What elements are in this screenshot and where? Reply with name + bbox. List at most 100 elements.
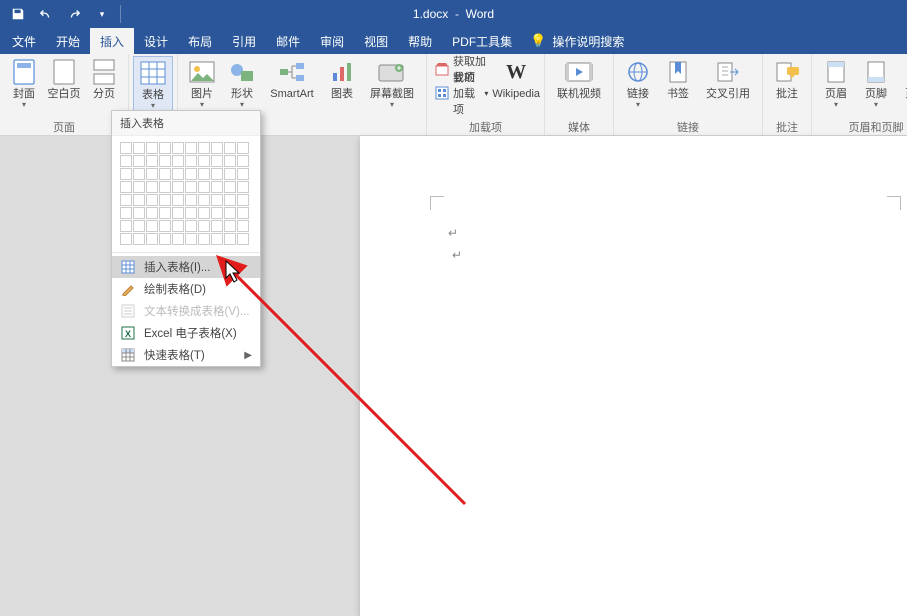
grid-cell[interactable] bbox=[211, 181, 223, 193]
grid-cell[interactable] bbox=[185, 220, 197, 232]
grid-cell[interactable] bbox=[237, 168, 249, 180]
grid-cell[interactable] bbox=[172, 207, 184, 219]
grid-cell[interactable] bbox=[198, 194, 210, 206]
qat-customize[interactable]: ▾ bbox=[90, 2, 114, 26]
grid-cell[interactable] bbox=[237, 142, 249, 154]
grid-cell[interactable] bbox=[120, 142, 132, 154]
grid-cell[interactable] bbox=[133, 168, 145, 180]
chart-button[interactable]: 图表 bbox=[322, 56, 362, 102]
quick-tables-item[interactable]: 快速表格(T) ▶ bbox=[112, 344, 260, 366]
grid-cell[interactable] bbox=[237, 233, 249, 245]
grid-cell[interactable] bbox=[172, 194, 184, 206]
grid-cell[interactable] bbox=[146, 142, 158, 154]
grid-cell[interactable] bbox=[146, 155, 158, 167]
grid-cell[interactable] bbox=[224, 194, 236, 206]
tab-mailings[interactable]: 邮件 bbox=[266, 28, 310, 54]
save-button[interactable] bbox=[6, 2, 30, 26]
grid-cell[interactable] bbox=[133, 142, 145, 154]
grid-cell[interactable] bbox=[237, 207, 249, 219]
grid-cell[interactable] bbox=[159, 194, 171, 206]
grid-cell[interactable] bbox=[224, 220, 236, 232]
bookmark-button[interactable]: 书签 bbox=[658, 56, 698, 102]
grid-cell[interactable] bbox=[224, 181, 236, 193]
grid-cell[interactable] bbox=[146, 233, 158, 245]
grid-cell[interactable] bbox=[237, 155, 249, 167]
grid-cell[interactable] bbox=[133, 207, 145, 219]
grid-cell[interactable] bbox=[172, 181, 184, 193]
grid-cell[interactable] bbox=[237, 194, 249, 206]
excel-spreadsheet-item[interactable]: X Excel 电子表格(X) bbox=[112, 322, 260, 344]
my-addins-button[interactable]: 我的加载项▾ bbox=[435, 82, 488, 104]
grid-cell[interactable] bbox=[185, 181, 197, 193]
grid-cell[interactable] bbox=[211, 207, 223, 219]
grid-cell[interactable] bbox=[224, 155, 236, 167]
smartart-button[interactable]: SmartArt bbox=[262, 56, 322, 102]
shapes-button[interactable]: 形状▾ bbox=[222, 56, 262, 111]
tab-insert[interactable]: 插入 bbox=[90, 28, 134, 54]
grid-cell[interactable] bbox=[146, 168, 158, 180]
grid-cell[interactable] bbox=[211, 233, 223, 245]
redo-button[interactable] bbox=[62, 2, 86, 26]
grid-cell[interactable] bbox=[185, 194, 197, 206]
document-page[interactable]: ↵ ↵ bbox=[360, 136, 907, 616]
grid-cell[interactable] bbox=[185, 233, 197, 245]
grid-cell[interactable] bbox=[224, 168, 236, 180]
blank-page-button[interactable]: 空白页 bbox=[44, 56, 84, 102]
pagenumber-button[interactable]: # 页码▾ bbox=[896, 56, 907, 111]
grid-cell[interactable] bbox=[185, 207, 197, 219]
grid-cell[interactable] bbox=[146, 181, 158, 193]
tab-design[interactable]: 设计 bbox=[134, 28, 178, 54]
grid-cell[interactable] bbox=[172, 220, 184, 232]
comment-button[interactable]: 批注 bbox=[767, 56, 807, 102]
grid-cell[interactable] bbox=[198, 207, 210, 219]
tell-me-search[interactable]: 💡 操作说明搜索 bbox=[522, 28, 632, 54]
grid-cell[interactable] bbox=[198, 220, 210, 232]
grid-cell[interactable] bbox=[120, 155, 132, 167]
grid-cell[interactable] bbox=[185, 155, 197, 167]
grid-cell[interactable] bbox=[133, 220, 145, 232]
grid-cell[interactable] bbox=[159, 207, 171, 219]
grid-cell[interactable] bbox=[224, 233, 236, 245]
grid-cell[interactable] bbox=[133, 155, 145, 167]
undo-button[interactable] bbox=[34, 2, 58, 26]
pictures-button[interactable]: 图片▾ bbox=[182, 56, 222, 111]
tab-home[interactable]: 开始 bbox=[46, 28, 90, 54]
grid-cell[interactable] bbox=[185, 142, 197, 154]
crossref-button[interactable]: 交叉引用 bbox=[698, 56, 758, 102]
grid-cell[interactable] bbox=[172, 168, 184, 180]
grid-cell[interactable] bbox=[159, 233, 171, 245]
tab-file[interactable]: 文件 bbox=[2, 28, 46, 54]
tab-layout[interactable]: 布局 bbox=[178, 28, 222, 54]
grid-cell[interactable] bbox=[146, 220, 158, 232]
grid-cell[interactable] bbox=[211, 194, 223, 206]
insert-table-item[interactable]: 插入表格(I)... bbox=[112, 256, 260, 278]
grid-cell[interactable] bbox=[133, 194, 145, 206]
grid-cell[interactable] bbox=[172, 142, 184, 154]
grid-cell[interactable] bbox=[159, 181, 171, 193]
grid-cell[interactable] bbox=[198, 233, 210, 245]
grid-cell[interactable] bbox=[237, 220, 249, 232]
grid-cell[interactable] bbox=[159, 142, 171, 154]
grid-cell[interactable] bbox=[133, 181, 145, 193]
grid-cell[interactable] bbox=[146, 194, 158, 206]
tab-review[interactable]: 审阅 bbox=[310, 28, 354, 54]
grid-cell[interactable] bbox=[211, 155, 223, 167]
grid-cell[interactable] bbox=[198, 142, 210, 154]
grid-cell[interactable] bbox=[198, 155, 210, 167]
tab-view[interactable]: 视图 bbox=[354, 28, 398, 54]
grid-cell[interactable] bbox=[211, 168, 223, 180]
grid-cell[interactable] bbox=[211, 220, 223, 232]
grid-cell[interactable] bbox=[224, 207, 236, 219]
grid-cell[interactable] bbox=[159, 168, 171, 180]
grid-cell[interactable] bbox=[159, 155, 171, 167]
tab-references[interactable]: 引用 bbox=[222, 28, 266, 54]
grid-cell[interactable] bbox=[224, 142, 236, 154]
draw-table-item[interactable]: 绘制表格(D) bbox=[112, 278, 260, 300]
grid-cell[interactable] bbox=[237, 181, 249, 193]
grid-cell[interactable] bbox=[198, 181, 210, 193]
grid-cell[interactable] bbox=[120, 233, 132, 245]
grid-cell[interactable] bbox=[146, 207, 158, 219]
table-size-grid[interactable] bbox=[112, 136, 260, 249]
tab-help[interactable]: 帮助 bbox=[398, 28, 442, 54]
page-break-button[interactable]: 分页 bbox=[84, 56, 124, 102]
